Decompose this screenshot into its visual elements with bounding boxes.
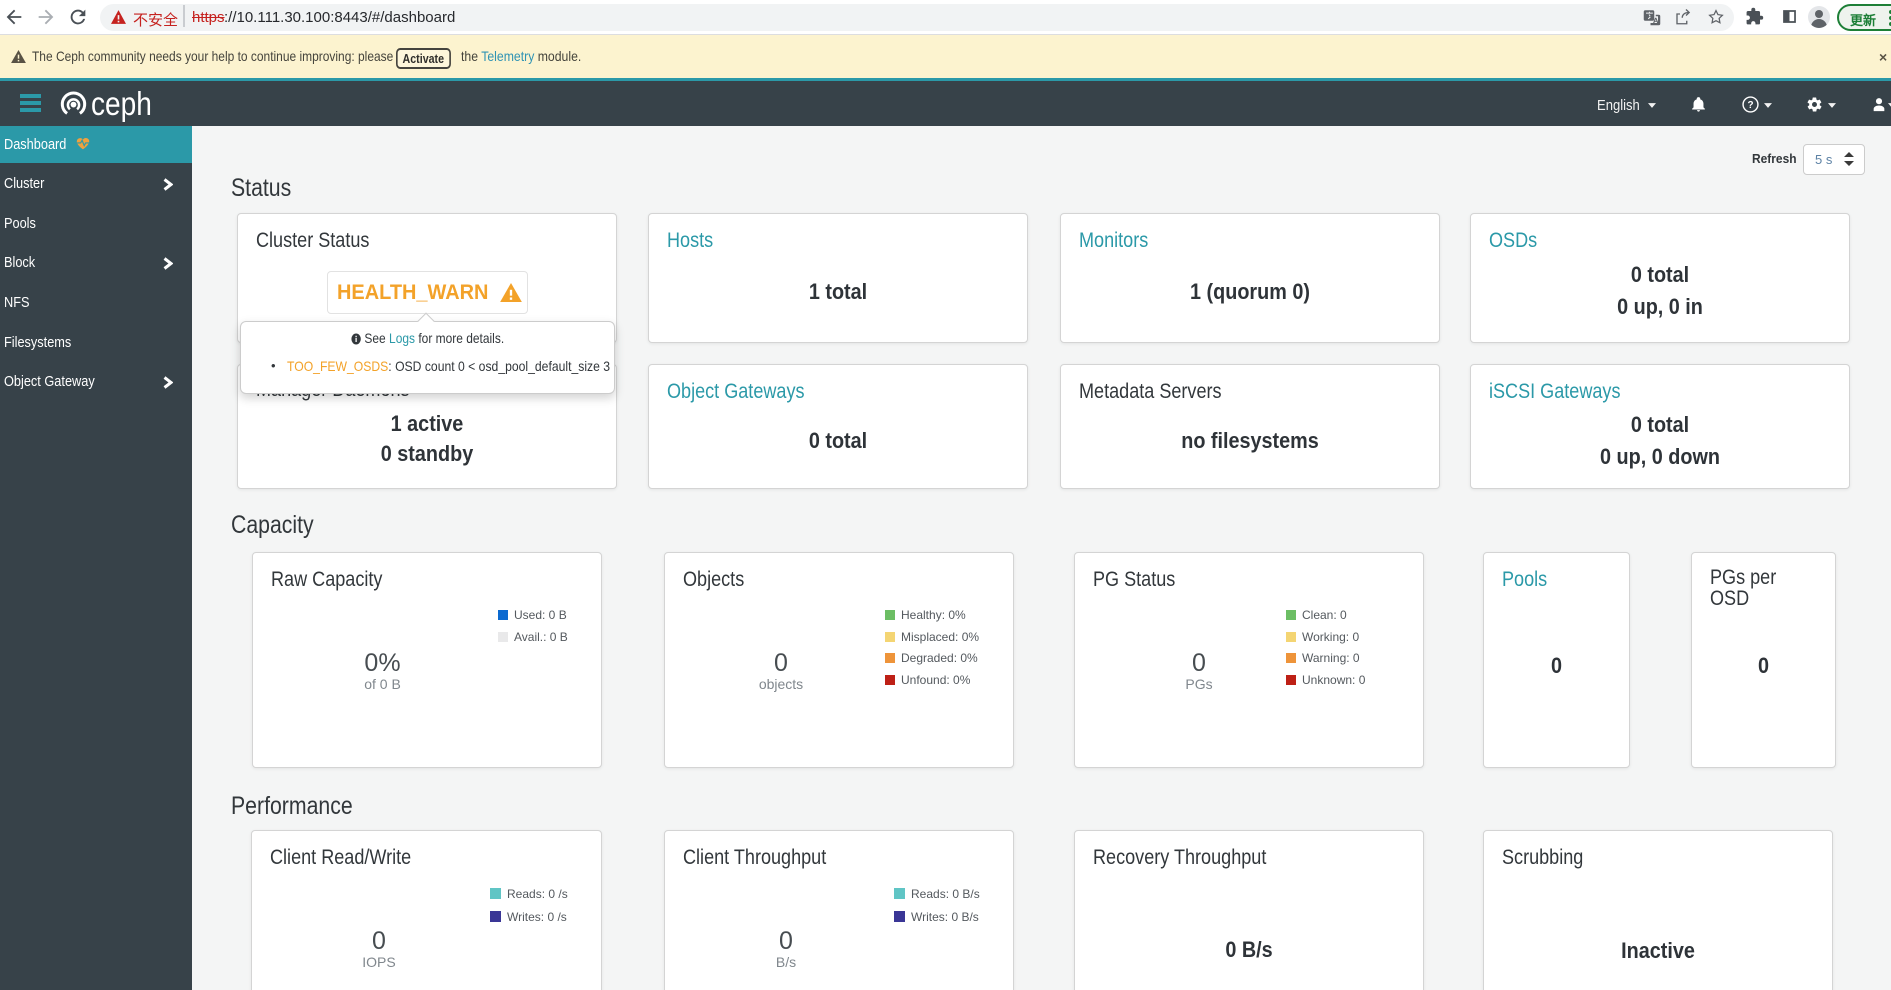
svg-text:?: ? xyxy=(1747,100,1753,111)
